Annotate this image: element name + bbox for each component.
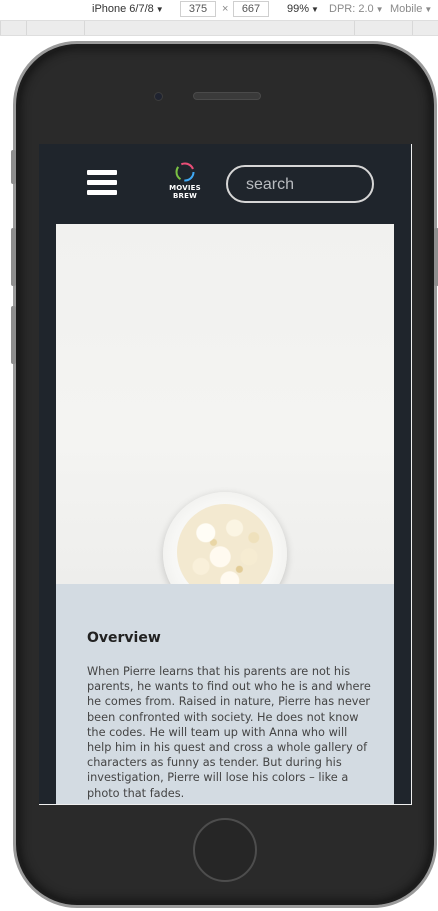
width-input[interactable]: 375 bbox=[180, 1, 216, 17]
ruler-segment bbox=[0, 21, 1, 35]
search-input[interactable] bbox=[244, 167, 368, 203]
ruler-segment bbox=[354, 21, 355, 35]
overview-section: Overview When Pierre learns that his par… bbox=[56, 584, 394, 804]
front-camera bbox=[154, 92, 163, 101]
power-button bbox=[434, 228, 438, 286]
site-header: MOVIES BREW bbox=[39, 144, 411, 224]
logo-line-brew: BREW bbox=[172, 192, 198, 200]
chevron-down-icon: ▼ bbox=[311, 5, 319, 14]
popcorn-bowl-image bbox=[163, 492, 287, 584]
movies-brew-logo-icon bbox=[175, 162, 195, 182]
site-logo[interactable]: MOVIES BREW bbox=[166, 161, 204, 203]
volume-down-button bbox=[11, 306, 16, 364]
dpr-select[interactable]: DPR: 2.0 ▼ bbox=[329, 3, 384, 15]
mute-switch bbox=[11, 150, 16, 184]
popcorn bbox=[177, 504, 273, 584]
mode-select[interactable]: Mobile ▼ bbox=[390, 3, 432, 15]
logo-line-movies: MOVIES bbox=[169, 184, 201, 192]
ruler-segment bbox=[84, 21, 85, 35]
device-select-label: iPhone 6/7/8 bbox=[92, 3, 154, 15]
chevron-down-icon: ▼ bbox=[375, 5, 384, 14]
mode-select-label: Mobile bbox=[390, 3, 423, 15]
height-input[interactable]: 667 bbox=[233, 1, 269, 17]
volume-up-button bbox=[11, 228, 16, 286]
earpiece-speaker bbox=[193, 92, 261, 100]
overview-text: When Pierre learns that his parents are … bbox=[87, 665, 371, 800]
home-button[interactable] bbox=[193, 818, 257, 882]
dimension-separator: × bbox=[222, 3, 229, 15]
dpr-select-label: DPR: 2.0 bbox=[329, 3, 374, 15]
zoom-select[interactable]: 99% ▼ bbox=[287, 3, 319, 15]
hamburger-menu-icon[interactable] bbox=[87, 170, 117, 196]
movie-poster-image bbox=[56, 224, 394, 584]
ruler-segment bbox=[412, 21, 413, 35]
search-box[interactable] bbox=[226, 165, 374, 203]
devtools-toolbar: iPhone 6/7/8 ▼ 375 × 667 99% ▼ DPR: 2.0 ▼ M… bbox=[0, 0, 438, 20]
overview-heading: Overview bbox=[87, 630, 161, 646]
media-query-ruler[interactable] bbox=[0, 20, 438, 36]
device-select[interactable]: iPhone 6/7/8 ▼ bbox=[92, 3, 164, 15]
zoom-select-label: 99% bbox=[287, 3, 310, 15]
ruler-segment bbox=[26, 21, 27, 35]
chevron-down-icon: ▼ bbox=[155, 5, 164, 14]
chevron-down-icon: ▼ bbox=[424, 5, 433, 14]
device-screen: MOVIES BREW Overview When Pierre learns … bbox=[39, 144, 412, 805]
